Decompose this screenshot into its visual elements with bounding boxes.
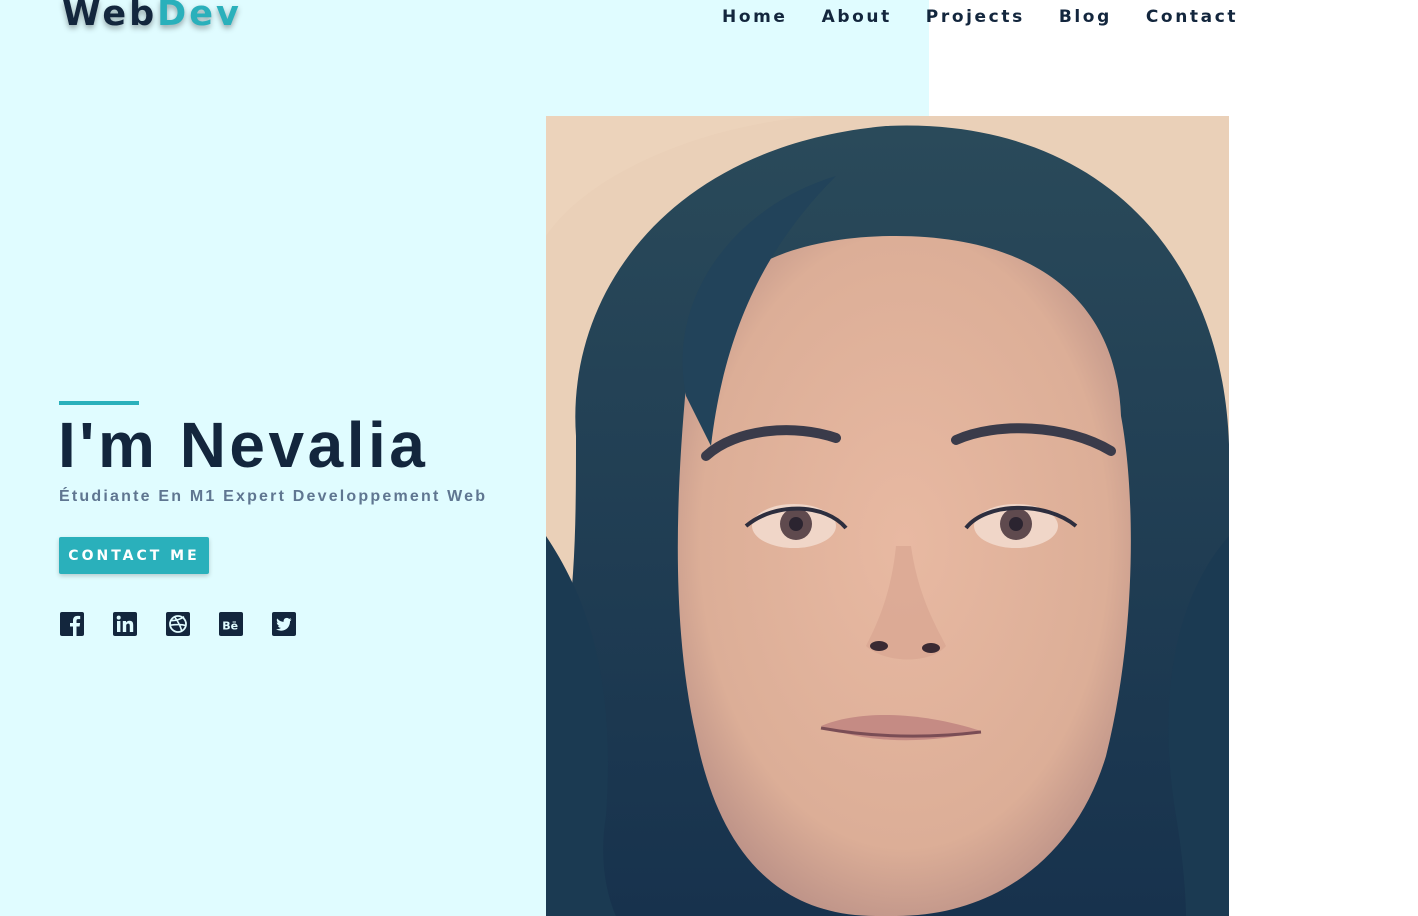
profile-photo: [546, 116, 1229, 916]
logo-part-dev: Dev: [157, 0, 242, 34]
hero-title: I'm Nevalia: [58, 409, 429, 481]
svg-text:Bē: Bē: [222, 620, 238, 633]
contact-me-button[interactable]: CONTACT ME: [59, 537, 209, 574]
hero-accent-line: [59, 401, 139, 405]
twitter-icon[interactable]: [271, 611, 297, 637]
linkedin-icon[interactable]: [112, 611, 138, 637]
social-links: Bē: [59, 611, 297, 637]
nav-item-about[interactable]: About: [822, 7, 892, 27]
hero-subtitle: Étudiante En M1 Expert Developpement Web: [59, 488, 488, 505]
nav-item-contact[interactable]: Contact: [1146, 7, 1238, 27]
nav-item-blog[interactable]: Blog: [1059, 7, 1112, 27]
nav-item-home[interactable]: Home: [722, 7, 788, 27]
site-logo[interactable]: WebDev: [62, 0, 242, 34]
dribbble-icon[interactable]: [165, 611, 191, 637]
facebook-icon[interactable]: [59, 611, 85, 637]
behance-icon[interactable]: Bē: [218, 611, 244, 637]
main-nav: Home About Projects Blog Contact: [722, 7, 1238, 27]
logo-part-web: Web: [62, 0, 158, 34]
nav-item-projects[interactable]: Projects: [926, 7, 1025, 27]
